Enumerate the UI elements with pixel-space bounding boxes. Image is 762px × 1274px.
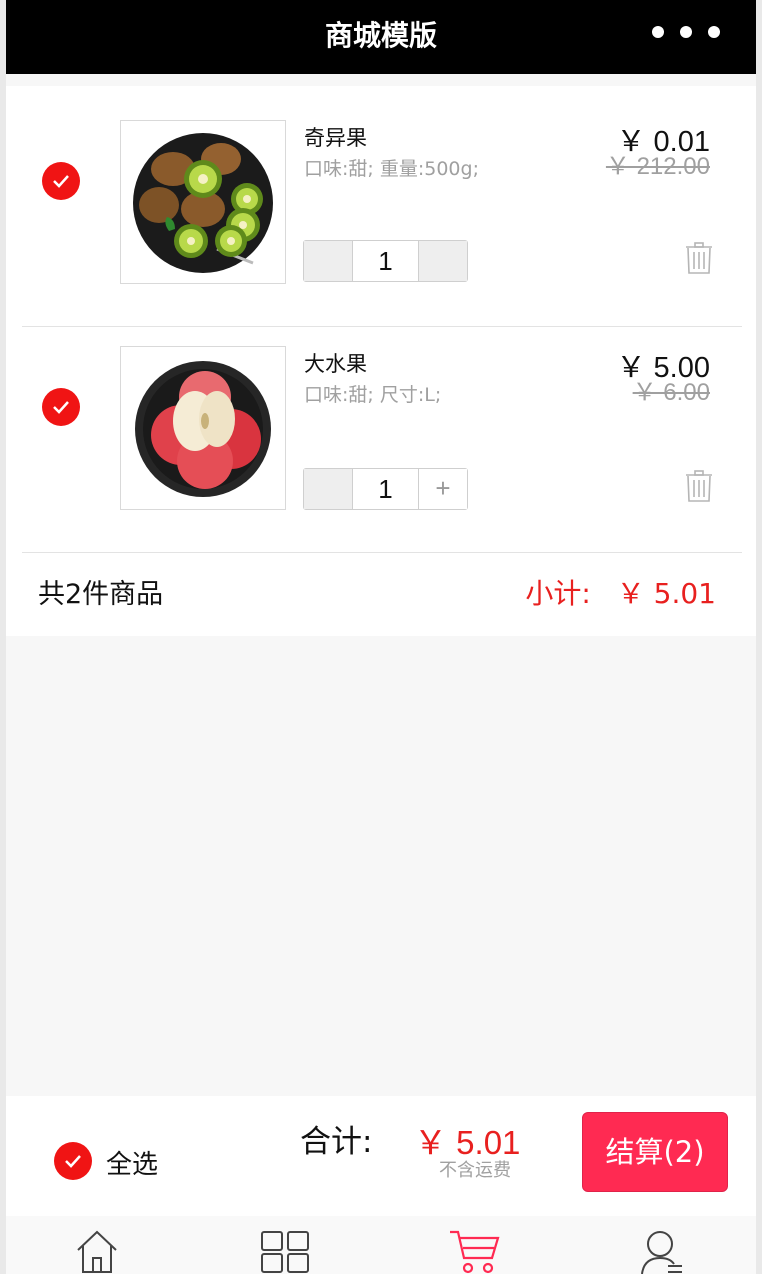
item-spec: 口味:甜; 重量:500g; bbox=[304, 158, 479, 180]
item-count: 共2件商品 bbox=[38, 579, 164, 610]
increase-button[interactable] bbox=[419, 241, 467, 281]
header-bar: 商城模版 bbox=[6, 0, 756, 74]
page-title: 商城模版 bbox=[324, 19, 437, 52]
tab-bar bbox=[6, 1216, 756, 1274]
item-name[interactable]: 奇异果 bbox=[304, 122, 367, 152]
trash-icon[interactable] bbox=[684, 242, 714, 279]
item-original-price: ￥ 6.00 bbox=[632, 379, 710, 406]
phone-screen: 商城模版 奇异果 口味:甜; 重量:500g; ￥ 0.01 ￥ 212.00 … bbox=[6, 0, 756, 1274]
quantity-value[interactable]: 1 bbox=[352, 241, 419, 281]
cart-summary: 共2件商品 小计: ￥ 5.01 bbox=[6, 552, 756, 636]
item-checkbox[interactable] bbox=[42, 388, 80, 426]
user-profile-icon[interactable] bbox=[640, 1228, 686, 1274]
subtotal-label: 小计: bbox=[525, 577, 591, 610]
item-spec: 口味:甜; 尺寸:L; bbox=[304, 384, 442, 406]
quantity-value[interactable]: 1 bbox=[352, 469, 419, 509]
cart-item: 大水果 口味:甜; 尺寸:L; ￥ 5.00 ￥ 6.00 1 + bbox=[6, 326, 756, 552]
category-grid-icon[interactable] bbox=[260, 1228, 310, 1274]
cart-list: 奇异果 口味:甜; 重量:500g; ￥ 0.01 ￥ 212.00 1 大水果… bbox=[6, 86, 756, 636]
total-label: 合计: bbox=[300, 1124, 373, 1160]
quantity-stepper: 1 + bbox=[303, 468, 468, 510]
item-original-price: ￥ 212.00 bbox=[605, 153, 710, 180]
home-icon[interactable] bbox=[74, 1228, 120, 1274]
apple-product-image[interactable] bbox=[120, 346, 286, 510]
increase-button[interactable]: + bbox=[419, 469, 467, 509]
more-dots-icon[interactable] bbox=[652, 26, 720, 38]
decrease-button[interactable] bbox=[304, 469, 352, 509]
select-all-label[interactable]: 全选 bbox=[106, 1144, 158, 1181]
subtotal: 小计: ￥ 5.01 bbox=[525, 572, 716, 612]
decrease-button[interactable] bbox=[304, 241, 352, 281]
select-all-checkbox[interactable] bbox=[54, 1142, 92, 1180]
kiwi-product-image[interactable] bbox=[120, 120, 286, 284]
item-name[interactable]: 大水果 bbox=[304, 348, 367, 378]
checkout-bar: 全选 合计: ￥ 5.01 不含运费 结算(2) bbox=[6, 1096, 756, 1216]
cart-item: 奇异果 口味:甜; 重量:500g; ￥ 0.01 ￥ 212.00 1 bbox=[6, 86, 756, 312]
checkout-button[interactable]: 结算(2) bbox=[582, 1112, 728, 1192]
quantity-stepper: 1 bbox=[303, 240, 468, 282]
cart-icon[interactable] bbox=[448, 1228, 500, 1274]
trash-icon[interactable] bbox=[684, 470, 714, 507]
shipping-note: 不含运费 bbox=[439, 1160, 511, 1181]
subtotal-amount: ￥ 5.01 bbox=[616, 577, 716, 610]
item-checkbox[interactable] bbox=[42, 162, 80, 200]
